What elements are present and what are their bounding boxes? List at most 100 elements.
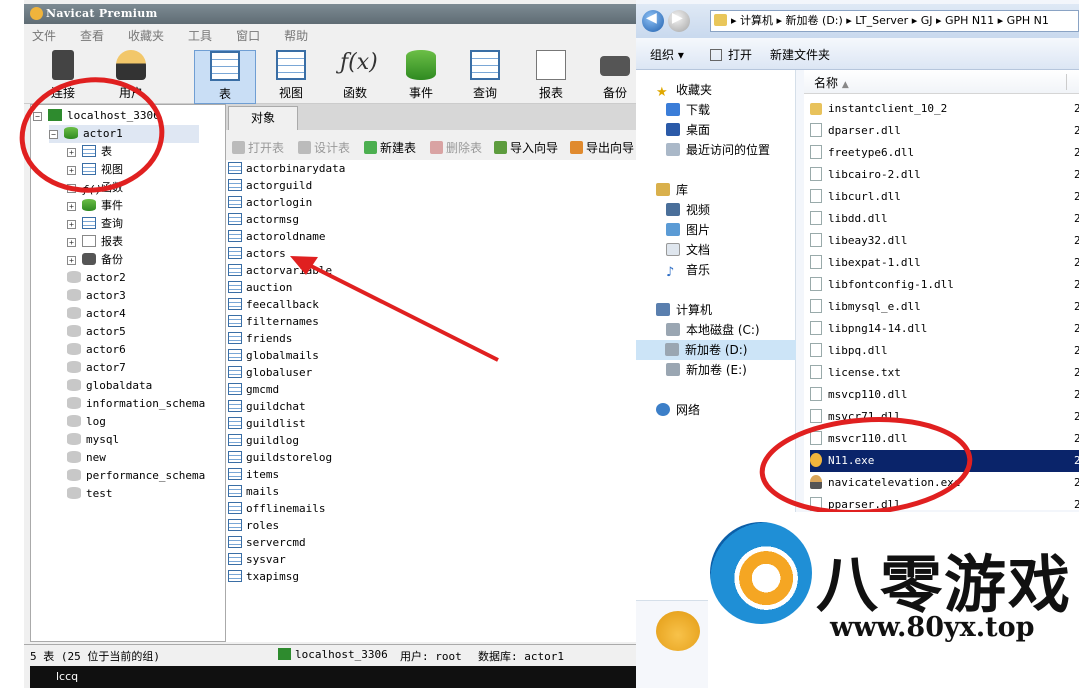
open-button[interactable]: 打开 — [710, 46, 752, 63]
tree-db[interactable]: new — [67, 449, 106, 467]
nav-music[interactable]: ♪ 音乐 — [666, 260, 710, 280]
event-button[interactable]: 事件 — [390, 50, 452, 104]
tree-events[interactable]: + 事件 — [67, 197, 123, 215]
nav-recent[interactable]: 最近访问的位置 — [666, 140, 770, 160]
nav-computer[interactable]: 计算机 — [656, 300, 712, 320]
file-row[interactable]: msvcp110.dll 2 — [810, 384, 1079, 406]
file-row[interactable]: freetype6.dll 2 — [810, 142, 1079, 164]
nav-pictures[interactable]: 图片 — [666, 220, 710, 240]
table-item[interactable]: items — [228, 466, 279, 483]
new-table-button[interactable]: 新建表 — [364, 139, 416, 156]
back-button[interactable]: ◀ — [642, 10, 664, 32]
nav-documents[interactable]: 文档 — [666, 240, 710, 260]
table-item[interactable]: actorvariable — [228, 262, 332, 279]
import-wizard-button[interactable]: 导入向导 — [494, 139, 558, 156]
table-item[interactable]: sysvar — [228, 551, 286, 568]
menu-view[interactable]: 查看 — [80, 27, 104, 46]
export-wizard-button[interactable]: 导出向导 — [570, 139, 634, 156]
menu-tools[interactable]: 工具 — [188, 27, 212, 46]
file-row[interactable]: msvcr71.dll 2 — [810, 406, 1079, 428]
expand-icon[interactable]: + — [67, 238, 76, 247]
connect-button[interactable]: 连接 — [32, 50, 94, 104]
tree-db[interactable]: actor6 — [67, 341, 126, 359]
tree-views[interactable]: + 视图 — [67, 161, 123, 179]
open-table-button[interactable]: 打开表 — [232, 139, 284, 156]
tree-queries[interactable]: + 查询 — [67, 215, 123, 233]
tree-db[interactable]: information_schema — [67, 395, 205, 413]
forward-button[interactable]: ▶ — [668, 10, 690, 32]
function-button[interactable]: ƒ(x) 函数 — [324, 50, 386, 104]
file-row[interactable]: libeay32.dll 2 — [810, 230, 1079, 252]
file-row[interactable]: libexpat-1.dll 2 — [810, 252, 1079, 274]
nav-drive-e[interactable]: 新加卷 (E:) — [666, 360, 747, 380]
table-item[interactable]: globalmails — [228, 347, 319, 364]
tree-db[interactable]: test — [67, 485, 113, 503]
file-row[interactable]: N11.exe 2 — [810, 450, 1079, 472]
table-item[interactable]: guildchat — [228, 398, 306, 415]
tree-db[interactable]: actor4 — [67, 305, 126, 323]
nav-drive-c[interactable]: 本地磁盘 (C:) — [666, 320, 760, 340]
file-row[interactable]: dparser.dll 2 — [810, 120, 1079, 142]
menu-file[interactable]: 文件 — [32, 27, 56, 46]
tree-db[interactable]: actor5 — [67, 323, 126, 341]
design-table-button[interactable]: 设计表 — [298, 139, 350, 156]
tree-functions[interactable]: + ƒ()函数 — [67, 179, 123, 197]
tree-db[interactable]: actor7 — [67, 359, 126, 377]
table-item[interactable]: guildstorelog — [228, 449, 332, 466]
table-item[interactable]: actoroldname — [228, 228, 325, 245]
expand-icon[interactable]: + — [67, 184, 76, 193]
nav-downloads[interactable]: 下载 — [666, 100, 710, 120]
organize-button[interactable]: 组织 ▾ — [650, 46, 684, 63]
table-item[interactable]: filternames — [228, 313, 319, 330]
user-button[interactable]: 用户 — [100, 50, 162, 104]
file-row[interactable]: navicatelevation.exe 2 — [810, 472, 1079, 494]
file-row[interactable]: libcurl.dll 2 — [810, 186, 1079, 208]
tree-db-actor1[interactable]: − actor1 — [49, 125, 199, 143]
address-bar[interactable]: ▸ 计算机 ▸ 新加卷 (D:) ▸ LT_Server ▸ GJ ▸ GPH … — [710, 10, 1079, 32]
tree-db[interactable]: performance_schema — [67, 467, 205, 485]
collapse-icon[interactable]: − — [33, 112, 42, 121]
table-item[interactable]: actorlogin — [228, 194, 312, 211]
tree-backups[interactable]: + 备份 — [67, 251, 123, 269]
file-row[interactable]: license.txt 2 — [810, 362, 1079, 384]
nav-libraries[interactable]: 库 — [656, 180, 688, 200]
tree-tables[interactable]: + 表 — [67, 143, 112, 161]
table-item[interactable]: feecallback — [228, 296, 319, 313]
file-row[interactable]: libcairo-2.dll 2 — [810, 164, 1079, 186]
expand-icon[interactable]: + — [67, 166, 76, 175]
expand-icon[interactable]: + — [67, 256, 76, 265]
report-button[interactable]: 报表 — [520, 50, 582, 104]
table-button[interactable]: 表 — [194, 50, 256, 104]
menu-window[interactable]: 窗口 — [236, 27, 260, 46]
file-row[interactable]: libpq.dll 2 — [810, 340, 1079, 362]
table-item[interactable]: mails — [228, 483, 279, 500]
table-item[interactable]: friends — [228, 330, 292, 347]
collapse-icon[interactable]: − — [49, 130, 58, 139]
column-name-header[interactable]: 名称 ▲ — [814, 74, 849, 91]
taskbar-item[interactable]: lccq — [56, 670, 78, 683]
table-item[interactable]: actorguild — [228, 177, 312, 194]
table-item[interactable]: guildlist — [228, 415, 306, 432]
nav-network[interactable]: 网络 — [656, 400, 700, 420]
tree-db[interactable]: globaldata — [67, 377, 152, 395]
nav-desktop[interactable]: 桌面 — [666, 120, 710, 140]
menu-help[interactable]: 帮助 — [284, 27, 308, 46]
tree-db[interactable]: actor2 — [67, 269, 126, 287]
nav-drive-d[interactable]: 新加卷 (D:) — [636, 340, 796, 360]
table-item[interactable]: actormsg — [228, 211, 299, 228]
tree-server[interactable]: − localhost_3306 — [33, 107, 160, 125]
tree-db[interactable]: mysql — [67, 431, 119, 449]
table-item[interactable]: globaluser — [228, 364, 312, 381]
expand-icon[interactable]: + — [67, 220, 76, 229]
table-item[interactable]: auction — [228, 279, 292, 296]
table-item[interactable]: txapimsg — [228, 568, 299, 585]
column-divider[interactable] — [1066, 74, 1067, 90]
table-item[interactable]: actorbinarydata — [228, 160, 345, 177]
tab-objects[interactable]: 对象 — [228, 106, 298, 130]
tree-db[interactable]: log — [67, 413, 106, 431]
nav-favorites[interactable]: ★ 收藏夹 — [656, 80, 712, 100]
file-row[interactable]: instantclient_10_2 2 — [810, 98, 1079, 120]
expand-icon[interactable]: + — [67, 148, 76, 157]
tree-db[interactable]: actor3 — [67, 287, 126, 305]
nav-videos[interactable]: 视频 — [666, 200, 710, 220]
